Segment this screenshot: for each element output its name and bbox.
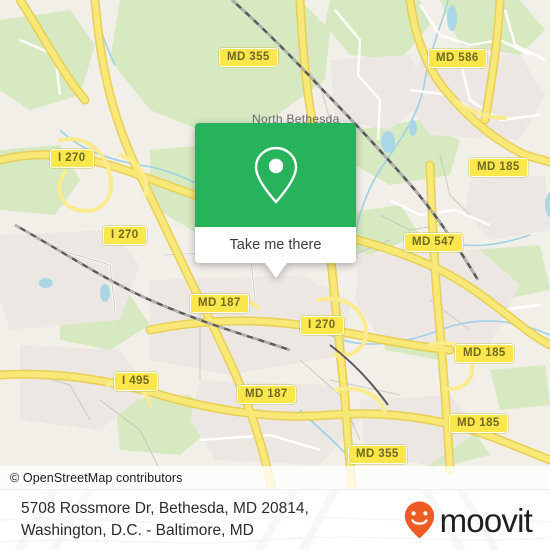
card-header [195,123,356,227]
address-line-2: Washington, D.C. - Baltimore, MD [21,522,254,539]
road-shield: MD 586 [428,49,487,68]
location-callout-card[interactable]: Take me there [195,123,356,278]
road-shield: MD 187 [190,294,249,313]
card-cta-label: Take me there [229,237,322,253]
road-shield: MD 355 [219,48,278,67]
moovit-wordmark: moovit [439,501,533,539]
road-shield: I 270 [103,226,147,245]
address-line-1: 5708 Rossmore Dr, Bethesda, MD 20814, [21,500,309,517]
location-pin-icon [254,146,297,204]
map-canvas[interactable]: North Bethesda MD 355 MD 586 I 270 MD 185 I … [0,0,550,489]
moovit-logo[interactable]: moovit [403,500,533,540]
moovit-smiley-pin-icon [404,501,434,539]
road-shield: MD 185 [455,344,514,363]
moovit-location-card-screenshot: North Bethesda MD 355 MD 586 I 270 MD 185 I … [0,0,550,550]
osm-attribution[interactable]: © OpenStreetMap contributors [0,466,550,489]
road-shield: MD 547 [404,233,463,252]
footer-bar: 5708 Rossmore Dr, Bethesda, MD 20814, Wa… [0,489,550,550]
road-shield: MD 355 [348,445,407,464]
road-shield: I 270 [300,316,344,335]
osm-attribution-text: © OpenStreetMap contributors [10,470,183,485]
address-block: 5708 Rossmore Dr, Bethesda, MD 20814, Wa… [21,498,309,542]
road-shield: MD 185 [469,158,528,177]
card-cta-button[interactable]: Take me there [195,227,356,263]
road-shield: MD 187 [237,385,296,404]
road-shield: I 270 [50,149,94,168]
road-shield: MD 185 [449,414,508,433]
card-pointer-tail [263,262,288,278]
road-shield: I 495 [114,372,158,391]
